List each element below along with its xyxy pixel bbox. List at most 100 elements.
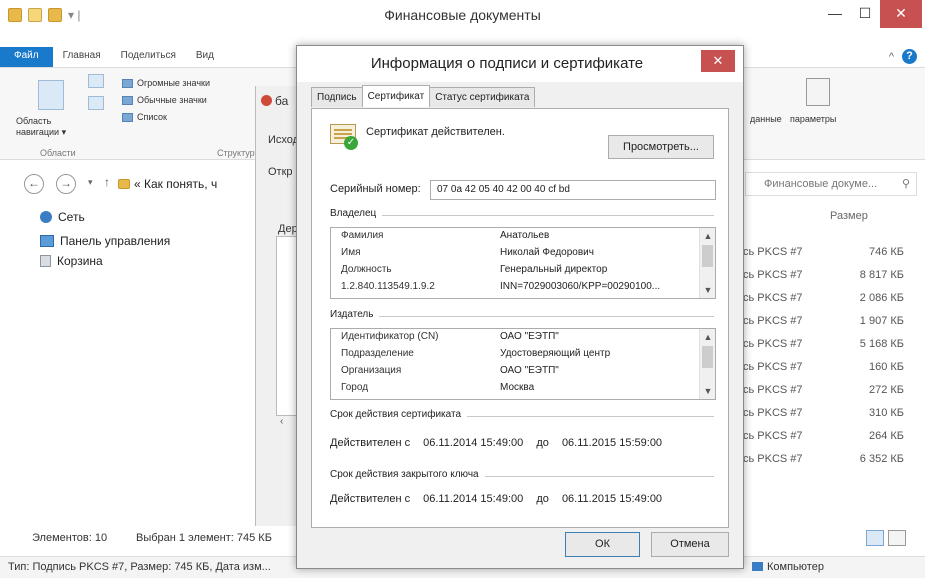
issuer-list[interactable]: Идентификатор (CN) ОАО "ЕЭТП" Подразделен… [330, 328, 716, 400]
folder-icon [118, 179, 130, 189]
dialog-close-button[interactable]: ✕ [701, 50, 735, 72]
options-icon[interactable] [806, 78, 830, 106]
computer-icon [752, 562, 763, 571]
certificate-validity: Действителен с 06.11.2014 15:49:00 до 06… [330, 437, 672, 449]
scroll-up-icon[interactable]: ▲ [700, 329, 715, 345]
certificate-status-text: Сертификат действителен. [366, 126, 505, 138]
owner-list[interactable]: Фамилия Анатольев Имя Николай Федорович До… [330, 227, 716, 299]
navigation-pane-button[interactable]: Область навигации ▾ [16, 116, 76, 138]
list-item[interactable]: Имя Николай Федорович [331, 245, 715, 262]
details-pane-icon[interactable] [88, 96, 104, 110]
search-input[interactable]: Финансовые докуме... ⚲ [745, 172, 917, 196]
list-item[interactable]: Должность Генеральный директор [331, 262, 715, 279]
checkmark-icon: ✓ [344, 136, 358, 150]
valid-to-date: 06.11.2015 15:59:00 [561, 437, 663, 449]
serial-number-label: Серийный номер: [330, 183, 421, 195]
certificate-tab-panel: ✓ Сертификат действителен. Просмотреть..… [311, 108, 729, 528]
help-icon[interactable]: ? [902, 49, 917, 64]
preview-pane-icon[interactable] [88, 74, 104, 88]
tiles-view-icon[interactable] [888, 530, 906, 546]
private-key-validity-header: Срок действия закрытого ключа [330, 469, 714, 483]
certificate-validity-header: Срок действия сертификата [330, 409, 714, 423]
nav-item-control-panel[interactable]: Панель управления [40, 234, 170, 248]
private-key-validity: Действителен с 06.11.2014 15:49:00 до 06… [330, 493, 672, 505]
list-item[interactable]: 1.2.840.113549.1.9.2 INN=7029003060/KPP=0… [331, 279, 715, 296]
key-valid-to-label: до [536, 493, 549, 505]
properties-line-3: Дер [278, 223, 298, 235]
selection-info: Выбран 1 элемент: 745 КБ [136, 532, 272, 544]
ribbon-collapse-icon[interactable]: ^ [889, 51, 894, 63]
file-list: Размер сь PKCS #7 746 КБ сь PKCS #7 8 817 … [743, 210, 904, 465]
list-icon [122, 112, 133, 122]
scroll-thumb[interactable] [702, 346, 713, 368]
window-close-button[interactable]: ✕ [880, 0, 922, 28]
column-header-size[interactable]: Размер [830, 210, 868, 222]
control-panel-icon [40, 235, 54, 247]
tab-home[interactable]: Главная [53, 47, 111, 67]
dialog-titlebar: Информация о подписи и сертификате ✕ [297, 46, 743, 82]
certificate-valid-icon: ✓ [330, 122, 358, 150]
tab-view[interactable]: Вид [186, 47, 224, 67]
network-icon [40, 211, 52, 223]
owner-scrollbar[interactable]: ▲ ▼ [699, 228, 715, 298]
navigation-pane: Сеть Панель управления Корзина [0, 200, 260, 520]
address-bar[interactable]: « Как понять, ч [118, 177, 217, 191]
list-item[interactable]: Подразделение Удостоверяющий центр [331, 346, 715, 363]
list-item[interactable]: Идентификатор (CN) ОАО "ЕЭТП" [331, 329, 715, 346]
list-item[interactable]: Фамилия Анатольев [331, 228, 715, 245]
window-title: Финансовые документы [384, 7, 541, 23]
navigation-pane-icon[interactable] [38, 80, 64, 110]
scroll-up-icon[interactable]: ▲ [700, 228, 715, 244]
file-details-text: Тип: Подпись PKCS #7, Размер: 745 КБ, Да… [8, 561, 271, 573]
options-button[interactable]: параметры [790, 114, 836, 124]
search-icon: ⚲ [901, 178, 910, 190]
nav-item-network[interactable]: Сеть [40, 210, 85, 224]
layout-extra-large-icons[interactable]: Огромные значки [122, 78, 210, 88]
computer-location: Компьютер [752, 561, 824, 573]
minimize-button[interactable]: — [818, 0, 852, 28]
nav-item-recycle-bin[interactable]: Корзина [40, 254, 103, 268]
list-item[interactable]: Организация ОАО "ЕЭТП" [331, 363, 715, 380]
tab-share[interactable]: Поделиться [111, 47, 186, 67]
properties-line-1: Исход [268, 134, 300, 146]
tab-certificate-status[interactable]: Статус сертификата [429, 87, 536, 107]
key-valid-from-label: Действителен с [330, 493, 411, 505]
tab-file[interactable]: Файл [0, 47, 53, 67]
valid-from-label: Действителен с [330, 437, 411, 449]
forward-button[interactable]: → [56, 174, 76, 194]
list-item[interactable]: Город Москва [331, 380, 715, 397]
recycle-bin-icon [40, 255, 51, 267]
explorer-titlebar: ▾ | Финансовые документы — ☐ ✕ [0, 0, 925, 32]
ribbon-item-data[interactable]: данные [750, 114, 782, 124]
properties-window-title: ба [261, 94, 288, 108]
recent-locations-icon[interactable]: ▾ [88, 177, 93, 188]
scroll-thumb[interactable] [702, 245, 713, 267]
issuer-scrollbar[interactable]: ▲ ▼ [699, 329, 715, 399]
tab-certificate[interactable]: Сертификат [361, 85, 431, 107]
medium-icons-icon [122, 95, 133, 105]
layout-list[interactable]: Список [122, 112, 167, 122]
valid-to-label: до [536, 437, 549, 449]
up-button[interactable]: ↑ [104, 175, 110, 189]
back-button[interactable]: ← [24, 174, 44, 194]
ribbon-right-controls: ^ ? [889, 49, 917, 64]
view-switcher [866, 530, 906, 546]
cancel-button[interactable]: Отмена [651, 532, 729, 557]
item-count: Элементов: 10 [32, 532, 108, 544]
tab-signature[interactable]: Подпись [311, 87, 363, 107]
dialog-tabs: Подпись Сертификат Статус сертификата [311, 85, 536, 107]
dialog-title: Информация о подписи и сертификате [370, 55, 644, 72]
owner-section-header: Владелец [330, 208, 714, 222]
properties-line-2: Откр [268, 166, 293, 178]
ok-button[interactable]: ОК [565, 532, 640, 557]
scroll-down-icon[interactable]: ▼ [700, 383, 715, 399]
layout-medium-icons[interactable]: Обычные значки [122, 95, 207, 105]
details-view-icon[interactable] [866, 530, 884, 546]
key-valid-to-date: 06.11.2015 15:49:00 [561, 493, 663, 505]
issuer-section-header: Издатель [330, 309, 714, 323]
signature-certificate-dialog: Информация о подписи и сертификате ✕ Под… [296, 45, 744, 569]
view-certificate-button[interactable]: Просмотреть... [608, 135, 714, 159]
scroll-down-icon[interactable]: ▼ [700, 282, 715, 298]
maximize-button[interactable]: ☐ [848, 0, 882, 28]
serial-number-field[interactable]: 07 0a 42 05 40 42 00 40 cf bd [430, 180, 716, 200]
